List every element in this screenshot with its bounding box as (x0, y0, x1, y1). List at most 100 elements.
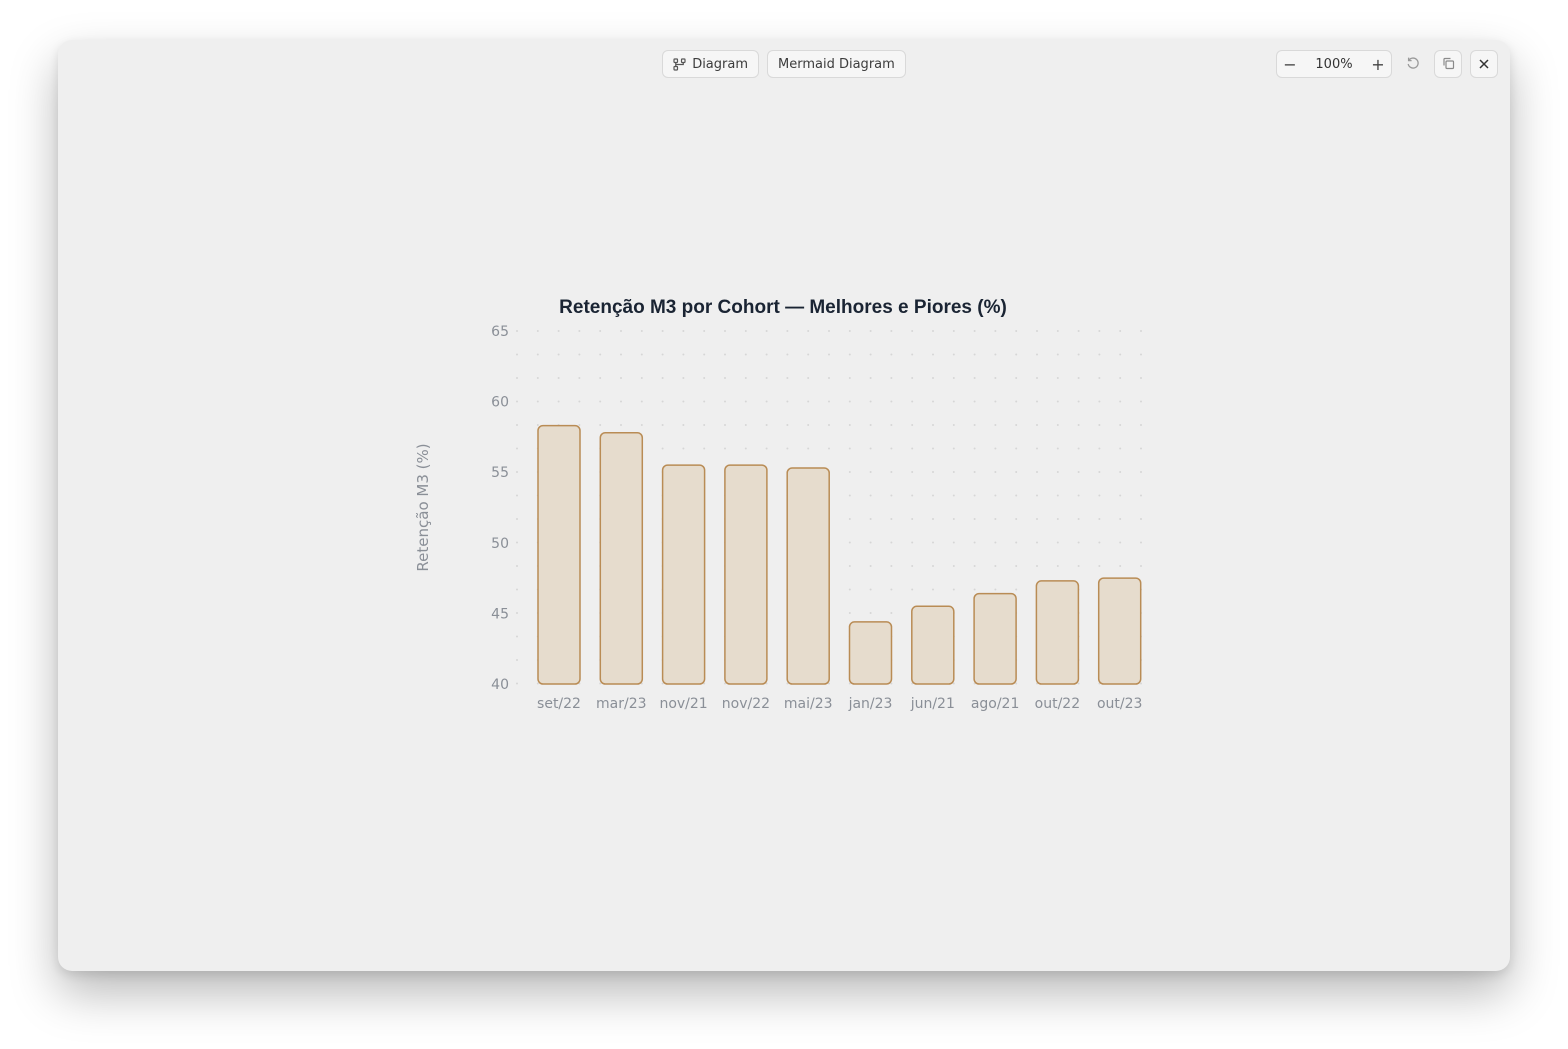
grid-dot (848, 377, 851, 379)
grid-dot (807, 447, 810, 450)
grid-dot (578, 424, 581, 426)
grid-dot (828, 353, 830, 356)
grid-dot (890, 565, 893, 567)
chart-title: Retenção M3 por Cohort — Melhores e Pior… (559, 297, 1007, 318)
grid-dot (516, 635, 518, 638)
grid-dot (911, 471, 914, 473)
grid-dot (682, 330, 685, 332)
grid-dot (1119, 518, 1122, 520)
bar-nov-21 (661, 464, 706, 685)
grid-dot (516, 447, 518, 450)
grid-dot (1140, 682, 1142, 685)
grid-dot (724, 377, 726, 379)
grid-dot (932, 518, 934, 520)
grid-dot (557, 377, 560, 379)
x-tick-label: mar/23 (596, 696, 647, 712)
grid-dot (1098, 377, 1101, 379)
grid-dot (994, 494, 997, 497)
grid-dot (1015, 377, 1018, 379)
grid-dot (848, 588, 851, 591)
grid-dot (1077, 518, 1080, 520)
grid-dot (599, 682, 602, 685)
grid-dot (973, 330, 976, 332)
x-tick-label: ago/21 (971, 696, 1020, 712)
grid-dot (869, 377, 872, 379)
grid-dot (557, 400, 560, 403)
grid-dot (724, 447, 726, 450)
x-tick-label: nov/22 (722, 696, 770, 712)
grid-dot (994, 588, 997, 591)
grid-dot (744, 353, 747, 356)
grid-dot (828, 330, 830, 332)
grid-dot (890, 447, 893, 450)
grid-dot (869, 471, 872, 473)
x-tick-label: mai/23 (784, 696, 833, 712)
grid-dot (828, 400, 830, 403)
grid-dot (1015, 471, 1018, 473)
x-tick-label: jun/21 (910, 696, 955, 712)
grid-dot (1140, 541, 1142, 544)
grid-dot (1015, 353, 1018, 356)
grid-dot (911, 330, 914, 332)
grid-dot (1077, 353, 1080, 356)
grid-dot (1036, 518, 1038, 520)
grid-dot (1056, 353, 1059, 356)
grid-dot (1056, 494, 1059, 497)
grid-dot (1077, 377, 1080, 379)
grid-dot (1036, 424, 1038, 426)
grid-dot (932, 588, 934, 591)
grid-dot (620, 353, 622, 356)
grid-dot (682, 424, 685, 426)
grid-dot (661, 424, 664, 426)
grid-dot (1119, 424, 1122, 426)
grid-dot (599, 424, 602, 426)
grid-dot (724, 400, 726, 403)
grid-dot (640, 330, 643, 332)
grid-dot (1015, 424, 1018, 426)
grid-dot (516, 659, 518, 661)
grid-dot (703, 377, 706, 379)
grid-dot (828, 424, 830, 426)
diagram-viewer-window: Diagram Mermaid Diagram − 100% + Retençã… (58, 40, 1510, 971)
grid-dot (1077, 541, 1080, 544)
grid-dot (952, 447, 955, 450)
grid-dot (848, 471, 851, 473)
grid-dot (911, 541, 914, 544)
grid-dot (578, 353, 581, 356)
bar-mar-23 (599, 431, 644, 685)
grid-dot (1098, 330, 1101, 332)
grid-dot (994, 377, 997, 379)
y-tick-label: 45 (491, 606, 509, 622)
grid-dot (1098, 424, 1101, 426)
grid-dot (661, 377, 664, 379)
grid-dot (620, 330, 622, 332)
grid-dot (1015, 400, 1018, 403)
grid-dot (869, 565, 872, 567)
grid-dot (786, 400, 789, 403)
grid-dot (516, 424, 518, 426)
grid-dot (620, 424, 622, 426)
grid-dot (1140, 377, 1142, 379)
grid-dot (973, 447, 976, 450)
grid-dot (1119, 377, 1122, 379)
grid-dot (620, 400, 622, 403)
grid-dot (1015, 588, 1018, 591)
grid-dot (661, 447, 664, 450)
bar-mai-23 (786, 467, 830, 685)
grid-dot (536, 682, 539, 685)
grid-dot (932, 424, 934, 426)
grid-dot (807, 377, 810, 379)
grid-dot (536, 377, 539, 379)
grid-dot (1119, 330, 1122, 332)
grid-dot (932, 471, 934, 473)
grid-dot (952, 424, 955, 426)
grid-dot (786, 330, 789, 332)
grid-dot (765, 353, 768, 356)
grid-dot (1140, 518, 1142, 520)
grid-dot (973, 518, 976, 520)
grid-dot (973, 353, 976, 356)
grid-dot (1098, 447, 1101, 450)
grid-dot (1140, 424, 1142, 426)
grid-dot (952, 494, 955, 497)
y-tick-label: 50 (491, 536, 509, 552)
